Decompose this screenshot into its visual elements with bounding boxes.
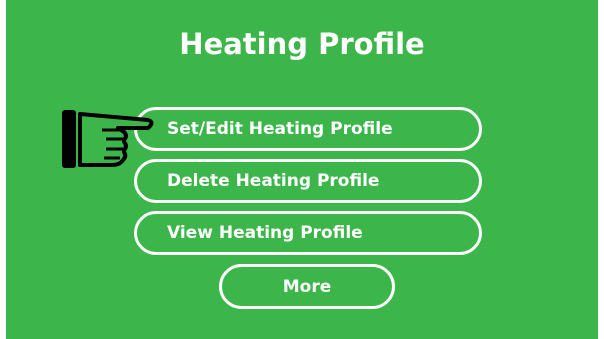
delete-heating-profile-button[interactable]: Delete Heating Profile (134, 159, 482, 203)
set-edit-button-label: Set/Edit Heating Profile (167, 119, 393, 139)
delete-button-label: Delete Heating Profile (167, 171, 380, 191)
page-title: Heating Profile (179, 27, 425, 61)
set-edit-heating-profile-button[interactable]: Set/Edit Heating Profile (134, 107, 482, 151)
view-heating-profile-button[interactable]: View Heating Profile (134, 211, 482, 255)
more-button-label: More (282, 276, 332, 297)
view-button-label: View Heating Profile (167, 223, 363, 243)
pointing-hand-icon (62, 110, 154, 168)
more-button[interactable]: More (219, 264, 395, 309)
